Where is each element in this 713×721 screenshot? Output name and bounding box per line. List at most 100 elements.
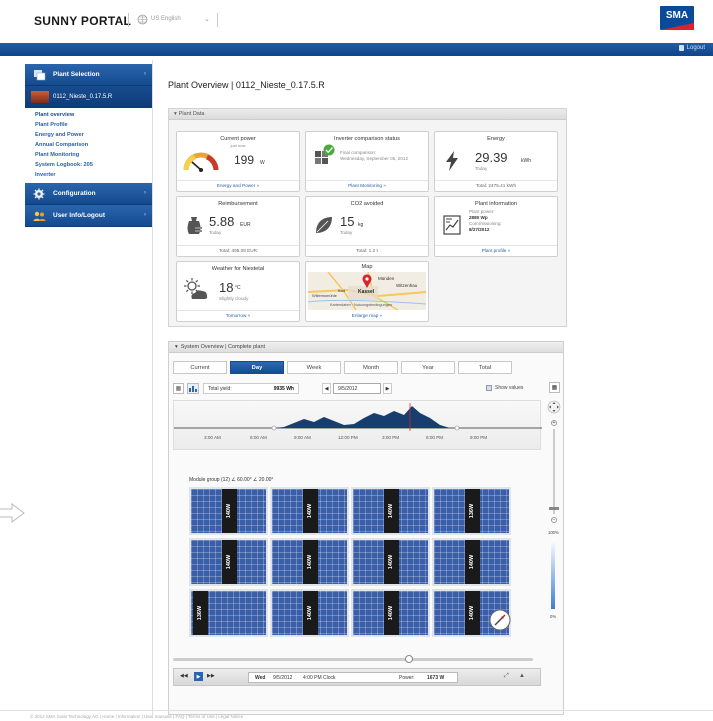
tab-current[interactable]: Current — [173, 361, 227, 374]
logout-button[interactable]: Logout — [678, 45, 705, 51]
reimbursement-unit: EUR — [240, 222, 251, 228]
sidebar-item-plant-selection[interactable]: Plant Selection › — [25, 64, 152, 86]
pan-control-icon[interactable] — [547, 400, 561, 414]
map-place-label: Kassel — [358, 289, 375, 295]
sidebar-subitem-plant-overview[interactable]: Plant overview — [25, 110, 152, 120]
tab-month[interactable]: Month — [344, 361, 398, 374]
plant-thumbnail — [31, 91, 49, 103]
tile-title: Weather for Niestetal — [211, 266, 265, 272]
grid-view-icon[interactable]: ▦ — [173, 383, 184, 394]
zoom-slider[interactable]: ▦ + − 100% 0% — [547, 382, 561, 637]
pv-panel[interactable]: 140W — [270, 538, 349, 586]
pv-panel[interactable]: 140W — [189, 487, 268, 535]
leaf-icon — [316, 217, 332, 233]
inverter-status-icon — [315, 144, 335, 164]
map-view[interactable]: Münden Witzenhau Kassel Willemsmühle Bad… — [308, 272, 426, 310]
tile-title: CO2 avoided — [350, 201, 384, 207]
pv-panel[interactable]: 140W — [351, 589, 430, 637]
tab-total[interactable]: Total — [458, 361, 512, 374]
co2-today-label: Today — [340, 230, 353, 235]
lock-icon — [678, 45, 684, 51]
zoom-out-button[interactable]: − — [551, 517, 557, 523]
tile-title: Energy — [487, 136, 505, 142]
tab-year[interactable]: Year — [401, 361, 455, 374]
top-nav-bar — [0, 43, 713, 56]
time-tick: 6:00 AM — [250, 435, 267, 440]
energy-power-link[interactable]: Energy and Power » — [177, 180, 299, 188]
next-date-button[interactable]: ▶ — [383, 383, 392, 394]
sidebar-subitem-annual-comparison[interactable]: Annual Comparison — [25, 140, 152, 150]
money-icon — [187, 217, 202, 234]
total-yield-box: Total yield: 9935 Wh — [203, 383, 299, 394]
color-scale — [551, 539, 555, 609]
system-overview-header[interactable]: ▾ System Overview | Complete plant — [169, 342, 563, 353]
tab-day[interactable]: Day — [230, 361, 284, 374]
tomorrow-link[interactable]: Tomorrow » — [177, 310, 299, 318]
skip-forward-button[interactable]: ▶▶ — [207, 673, 215, 679]
sidebar-subitem-inverter[interactable]: Inverter — [25, 170, 152, 180]
time-slider-thumb[interactable] — [405, 655, 413, 663]
plant-data-header[interactable]: ▾ Plant Data — [169, 109, 566, 120]
chart-view-icon[interactable] — [187, 383, 199, 394]
sidebar-item-user-info[interactable]: User Info/Logout › — [25, 205, 152, 227]
arrow-right-icon — [0, 503, 25, 523]
enlarge-map-link[interactable]: Enlarge map » — [306, 311, 428, 318]
pv-panel[interactable]: 140W — [351, 487, 430, 535]
pv-panel[interactable]: 140W — [270, 487, 349, 535]
pv-panel[interactable]: 140W — [351, 538, 430, 586]
pv-panel[interactable]: 140W — [270, 589, 349, 637]
pv-panel[interactable]: 136W — [432, 487, 511, 535]
tile-map: Map Münden Witzenhau Kassel Willemsmühle… — [305, 261, 429, 322]
brand-title: SUNNY PORTAL — [34, 14, 132, 28]
collapse-icon: ▾ — [174, 111, 177, 117]
playback-day: Wed — [255, 675, 266, 681]
previous-date-button[interactable]: ◀ — [322, 383, 331, 394]
tile-title: Reimbursement — [218, 201, 258, 207]
inverter-line1: Final comparison: — [340, 150, 377, 155]
language-selector[interactable]: US English — [151, 16, 181, 22]
period-tabs: Current Day Week Month Year Total — [173, 361, 512, 374]
reimbursement-value: 5.88 — [209, 214, 235, 229]
system-overview-panel: ▾ System Overview | Complete plant Curre… — [168, 341, 564, 715]
chevron-down-icon[interactable]: ⌄ — [204, 15, 210, 23]
divider — [217, 13, 218, 27]
plant-profile-link[interactable]: Plant profile » — [435, 245, 557, 253]
zoom-in-button[interactable]: + — [551, 420, 557, 426]
screen: SUNNY PORTAL US English ⌄ SMA Logout Pla… — [0, 0, 713, 721]
playback-time: 4:00 PM Clock — [303, 675, 336, 681]
day-power-chart[interactable]: 3:00 AM 6:00 AM 9:00 AM 12:00 PM 3:00 PM… — [173, 400, 542, 450]
play-button[interactable]: ▶ — [194, 672, 203, 681]
chart-toggle-icon[interactable]: ▲ — [519, 673, 525, 679]
fullscreen-icon[interactable]: ⤢ — [504, 673, 509, 680]
sidebar-item-configuration[interactable]: Configuration › — [25, 183, 152, 205]
users-icon — [33, 210, 46, 222]
pv-panel[interactable]: 140W — [432, 538, 511, 586]
tile-energy: Energy 29.39 kWh Today Total: 2475.41 kW… — [434, 131, 558, 192]
zoom-thumb[interactable] — [549, 507, 559, 510]
time-tick: 9:00 AM — [294, 435, 311, 440]
show-values-checkbox[interactable] — [486, 385, 492, 391]
weather-description: Slightly cloudy — [219, 296, 249, 301]
logout-label: Logout — [686, 45, 705, 51]
total-yield-value: 9935 Wh — [273, 386, 294, 392]
module-group-label: Module group (12) ∠ 60.00° ∠ 20.00° — [189, 477, 274, 483]
time-slider-track[interactable] — [173, 658, 533, 661]
sidebar-item-current-plant[interactable]: 0112_Nieste_0.17.5.R — [25, 86, 152, 108]
pv-panel[interactable]: 140W — [189, 538, 268, 586]
sidebar-subitem-plant-monitoring[interactable]: Plant Monitoring — [25, 150, 152, 160]
date-input[interactable] — [333, 383, 381, 394]
tile-title: Map — [361, 264, 373, 270]
tile-title: Inverter comparison status — [334, 136, 400, 142]
energy-total: Total: 2475.41 kWh — [435, 180, 557, 188]
sidebar-subitem-plant-profile[interactable]: Plant Profile — [25, 120, 152, 130]
sidebar-subitem-system-logbook[interactable]: System Logbook: 205 — [25, 160, 152, 170]
sidebar-item-label: User Info/Logout — [53, 212, 105, 219]
plant-monitoring-link[interactable]: Plant Monitoring » — [306, 180, 428, 188]
sidebar-subitem-energy-power[interactable]: Energy and Power — [25, 130, 152, 140]
plant-data-panel: ▾ Plant Data Current power just now 199 … — [168, 108, 567, 327]
plant-submenu: Plant overview Plant Profile Energy and … — [25, 108, 152, 183]
tab-week[interactable]: Week — [287, 361, 341, 374]
pv-panel[interactable]: 136W — [189, 589, 268, 637]
skip-back-button[interactable]: ◀◀ — [180, 673, 188, 679]
grid-icon[interactable]: ▦ — [549, 382, 560, 393]
